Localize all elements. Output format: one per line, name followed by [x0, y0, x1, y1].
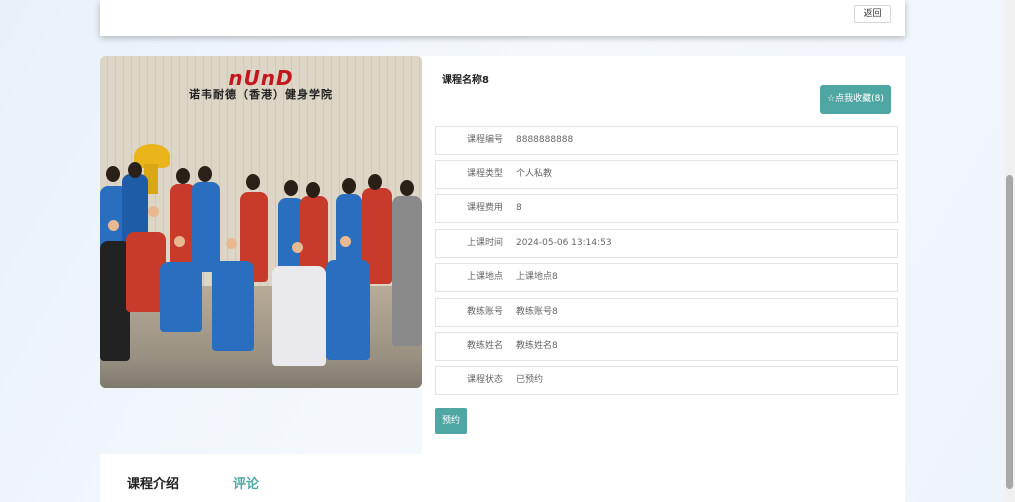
- field-label: 课程状态: [466, 375, 503, 385]
- field-label: 课程编号: [466, 135, 503, 145]
- person-head: [368, 174, 382, 190]
- person: [192, 182, 220, 272]
- tab-comments[interactable]: 评论: [233, 473, 259, 492]
- field-course-number: 课程编号 8888888888: [435, 126, 898, 155]
- person-head: [128, 162, 142, 178]
- field-value: 教练账号8: [516, 307, 558, 317]
- field-value: 教练姓名8: [516, 341, 558, 351]
- person-face: [226, 238, 237, 249]
- person-head: [176, 168, 190, 184]
- field-label: 课程类型: [466, 169, 503, 179]
- person: [326, 260, 370, 360]
- person-face: [148, 206, 159, 217]
- person-face: [108, 220, 119, 231]
- book-button[interactable]: 预约: [435, 408, 467, 434]
- field-coach-name: 教练姓名 教练姓名8: [435, 332, 898, 361]
- person-head: [106, 166, 120, 182]
- tab-course-intro[interactable]: 课程介绍: [127, 473, 179, 492]
- field-value: 8888888888: [516, 135, 574, 145]
- field-value: 上课地点8: [516, 272, 558, 282]
- field-class-time: 上课时间 2024-05-06 13:14:53: [435, 229, 898, 258]
- person-face: [292, 242, 303, 253]
- photo-logo-subtitle: 诺韦耐德（香港）健身学院: [189, 88, 333, 101]
- top-header: 返回: [100, 0, 905, 36]
- field-value: 8: [516, 203, 522, 213]
- person: [160, 262, 202, 332]
- person-head: [246, 174, 260, 190]
- favorite-button[interactable]: ☆点我收藏(8): [820, 85, 891, 114]
- course-info-panel: 课程名称8 ☆点我收藏(8) 课程编号 8888888888 课程类型 个人私教…: [422, 56, 905, 454]
- course-title: 课程名称8: [442, 75, 489, 86]
- field-label: 教练账号: [466, 307, 503, 317]
- field-label: 教练姓名: [466, 341, 503, 351]
- person-head: [198, 166, 212, 182]
- person-head: [284, 180, 298, 196]
- page-scrollbar[interactable]: [1004, 0, 1015, 502]
- field-label: 课程费用: [466, 203, 503, 213]
- person-face: [174, 236, 185, 247]
- field-value: 个人私教: [516, 169, 553, 179]
- field-value: 已预约: [516, 375, 544, 385]
- field-coach-account: 教练账号 教练账号8: [435, 298, 898, 327]
- person-head: [400, 180, 414, 196]
- photo-ground: [100, 356, 422, 388]
- field-label: 上课地点: [466, 272, 503, 282]
- person: [212, 261, 254, 351]
- scrollbar-thumb[interactable]: [1006, 175, 1013, 489]
- person-face: [340, 236, 351, 247]
- course-photo: nUnD 诺韦耐德（香港）健身学院: [100, 56, 422, 388]
- field-class-location: 上课地点 上课地点8: [435, 263, 898, 292]
- detail-tabs: 课程介绍 评论: [100, 454, 905, 502]
- person: [392, 196, 422, 346]
- back-button[interactable]: 返回: [854, 5, 891, 23]
- field-course-type: 课程类型 个人私教: [435, 160, 898, 189]
- person-head: [306, 182, 320, 198]
- field-course-status: 课程状态 已预约: [435, 366, 898, 395]
- person-head: [342, 178, 356, 194]
- field-course-fee: 课程费用 8: [435, 194, 898, 223]
- field-label: 上课时间: [466, 238, 503, 248]
- person: [272, 266, 326, 366]
- field-value: 2024-05-06 13:14:53: [516, 238, 612, 248]
